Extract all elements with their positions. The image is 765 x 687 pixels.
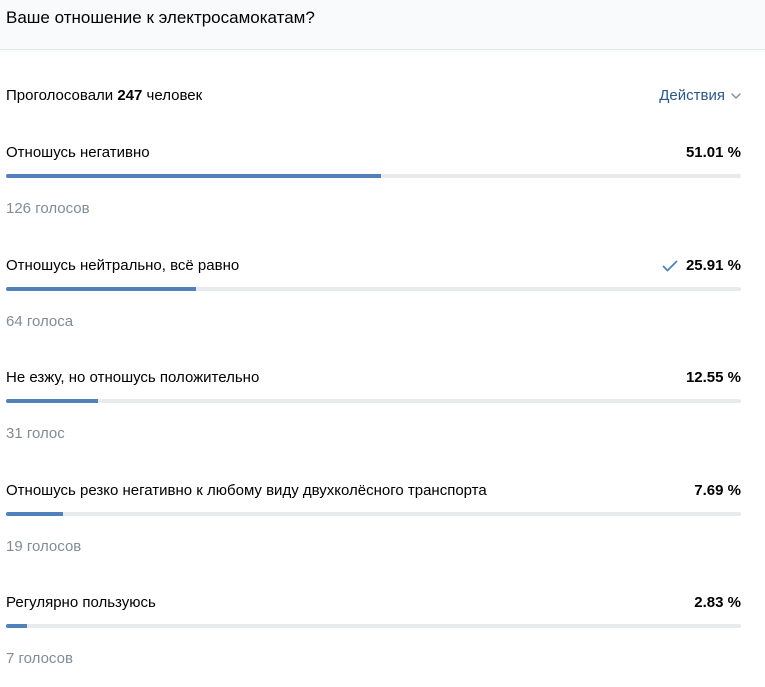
option-progress-track: [6, 174, 741, 178]
option-label[interactable]: Не езжу, но отношусь положительно: [6, 368, 259, 388]
option-percent: 2.83 %: [694, 594, 741, 611]
option-percent: 51.01 %: [685, 144, 741, 161]
option-progress-track: [6, 287, 741, 291]
option-progress-fill: [6, 174, 381, 178]
option-label[interactable]: Регулярно пользуюсь: [6, 593, 156, 613]
option-percent-wrap: 12.55 %: [686, 368, 741, 388]
poll-summary: Проголосовали 247 человек: [6, 86, 202, 106]
option-percent: 12.55 %: [685, 369, 741, 386]
option-votes: 7 голосов: [6, 650, 73, 667]
option-votes: 126 голосов: [6, 200, 90, 217]
option-percent-wrap: 7.69 %: [694, 481, 741, 501]
option-progress-track: [6, 512, 741, 516]
poll-option[interactable]: Не езжу, но отношусь положительно 12.55 …: [6, 368, 741, 458]
summary-suffix: человек: [146, 87, 203, 104]
option-votes: 64 голоса: [6, 313, 74, 330]
poll-option[interactable]: Отношусь резко негативно к любому виду д…: [6, 481, 741, 571]
option-progress-fill: [6, 287, 197, 291]
option-percent: 25.91 %: [685, 257, 741, 274]
chevron-down-icon: [731, 93, 741, 99]
option-progress-fill: [6, 624, 27, 628]
option-votes: 19 голосов: [6, 538, 82, 555]
option-progress-fill: [6, 512, 63, 516]
check-icon: [662, 260, 678, 272]
summary-prefix: Проголосовали: [6, 87, 114, 104]
total-voters: 247: [117, 87, 143, 104]
option-percent-wrap: 2.83 %: [694, 593, 741, 613]
option-label[interactable]: Отношусь резко негативно к любому виду д…: [6, 481, 487, 501]
actions-label: Действия: [659, 87, 725, 104]
poll-title: Ваше отношение к электросамокатам?: [6, 8, 315, 27]
poll-option[interactable]: Отношусь нейтрально, всё равно 25.91 % 6…: [6, 256, 741, 346]
option-percent: 7.69 %: [694, 482, 741, 499]
option-progress-fill: [6, 399, 99, 403]
poll-option[interactable]: Отношусь негативно 51.01 % 126 голосов: [6, 143, 741, 233]
option-progress-track: [6, 624, 741, 628]
option-percent-wrap: 51.01 %: [686, 143, 741, 163]
option-percent-wrap: 25.91 %: [662, 256, 741, 276]
option-progress-track: [6, 399, 741, 403]
poll-header: Ваше отношение к электросамокатам?: [0, 0, 765, 50]
option-label[interactable]: Отношусь нейтрально, всё равно: [6, 256, 239, 276]
poll-option[interactable]: Регулярно пользуюсь 2.83 % 7 голосов: [6, 593, 741, 683]
option-label[interactable]: Отношусь негативно: [6, 143, 150, 163]
option-votes: 31 голос: [6, 425, 65, 442]
actions-dropdown[interactable]: Действия: [659, 86, 741, 106]
